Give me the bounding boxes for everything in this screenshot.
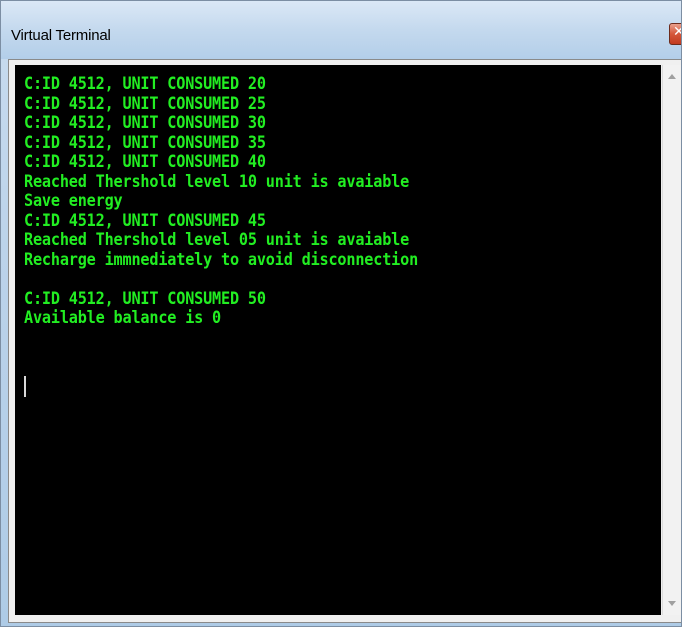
terminal-frame: C:ID 4512, UNIT CONSUMED 20 C:ID 4512, U…	[8, 59, 681, 623]
terminal-line: Recharge immnediately to avoid disconnec…	[24, 249, 419, 269]
terminal-line: C:ID 4512, UNIT CONSUMED 30	[24, 113, 266, 132]
text-cursor	[24, 376, 26, 397]
terminal-line: C:ID 4512, UNIT CONSUMED 35	[24, 132, 266, 152]
window-title: Virtual Terminal	[11, 27, 111, 44]
terminal-line: Available balance is 0	[24, 308, 222, 327]
terminal-line: C:ID 4512, UNIT CONSUMED 40	[24, 152, 266, 171]
terminal-line: Save energy	[24, 191, 123, 210]
terminal-lines: C:ID 4512, UNIT CONSUMED 20 C:ID 4512, U…	[24, 74, 452, 328]
terminal-line: Reached Thershold level 05 unit is avaia…	[24, 230, 410, 249]
vertical-scrollbar[interactable]	[662, 65, 681, 615]
close-icon: ✕	[673, 24, 681, 40]
terminal-line: C:ID 4512, UNIT CONSUMED 50	[24, 288, 266, 308]
terminal-line: Reached Thershold level 10 unit is avaia…	[24, 171, 410, 191]
terminal-line: C:ID 4512, UNIT CONSUMED 20	[24, 74, 266, 93]
scroll-down-arrow-icon[interactable]	[668, 601, 676, 606]
virtual-terminal-window: Virtual Terminal ✕ C:ID 4512, UNIT CONSU…	[0, 0, 682, 627]
title-bar[interactable]: Virtual Terminal ✕	[1, 1, 681, 59]
terminal-line: C:ID 4512, UNIT CONSUMED 45	[24, 210, 266, 230]
scroll-up-arrow-icon[interactable]	[668, 74, 676, 79]
terminal-output[interactable]: C:ID 4512, UNIT CONSUMED 20 C:ID 4512, U…	[15, 65, 661, 615]
terminal-line: C:ID 4512, UNIT CONSUMED 25	[24, 93, 266, 113]
close-button[interactable]: ✕	[669, 23, 681, 45]
